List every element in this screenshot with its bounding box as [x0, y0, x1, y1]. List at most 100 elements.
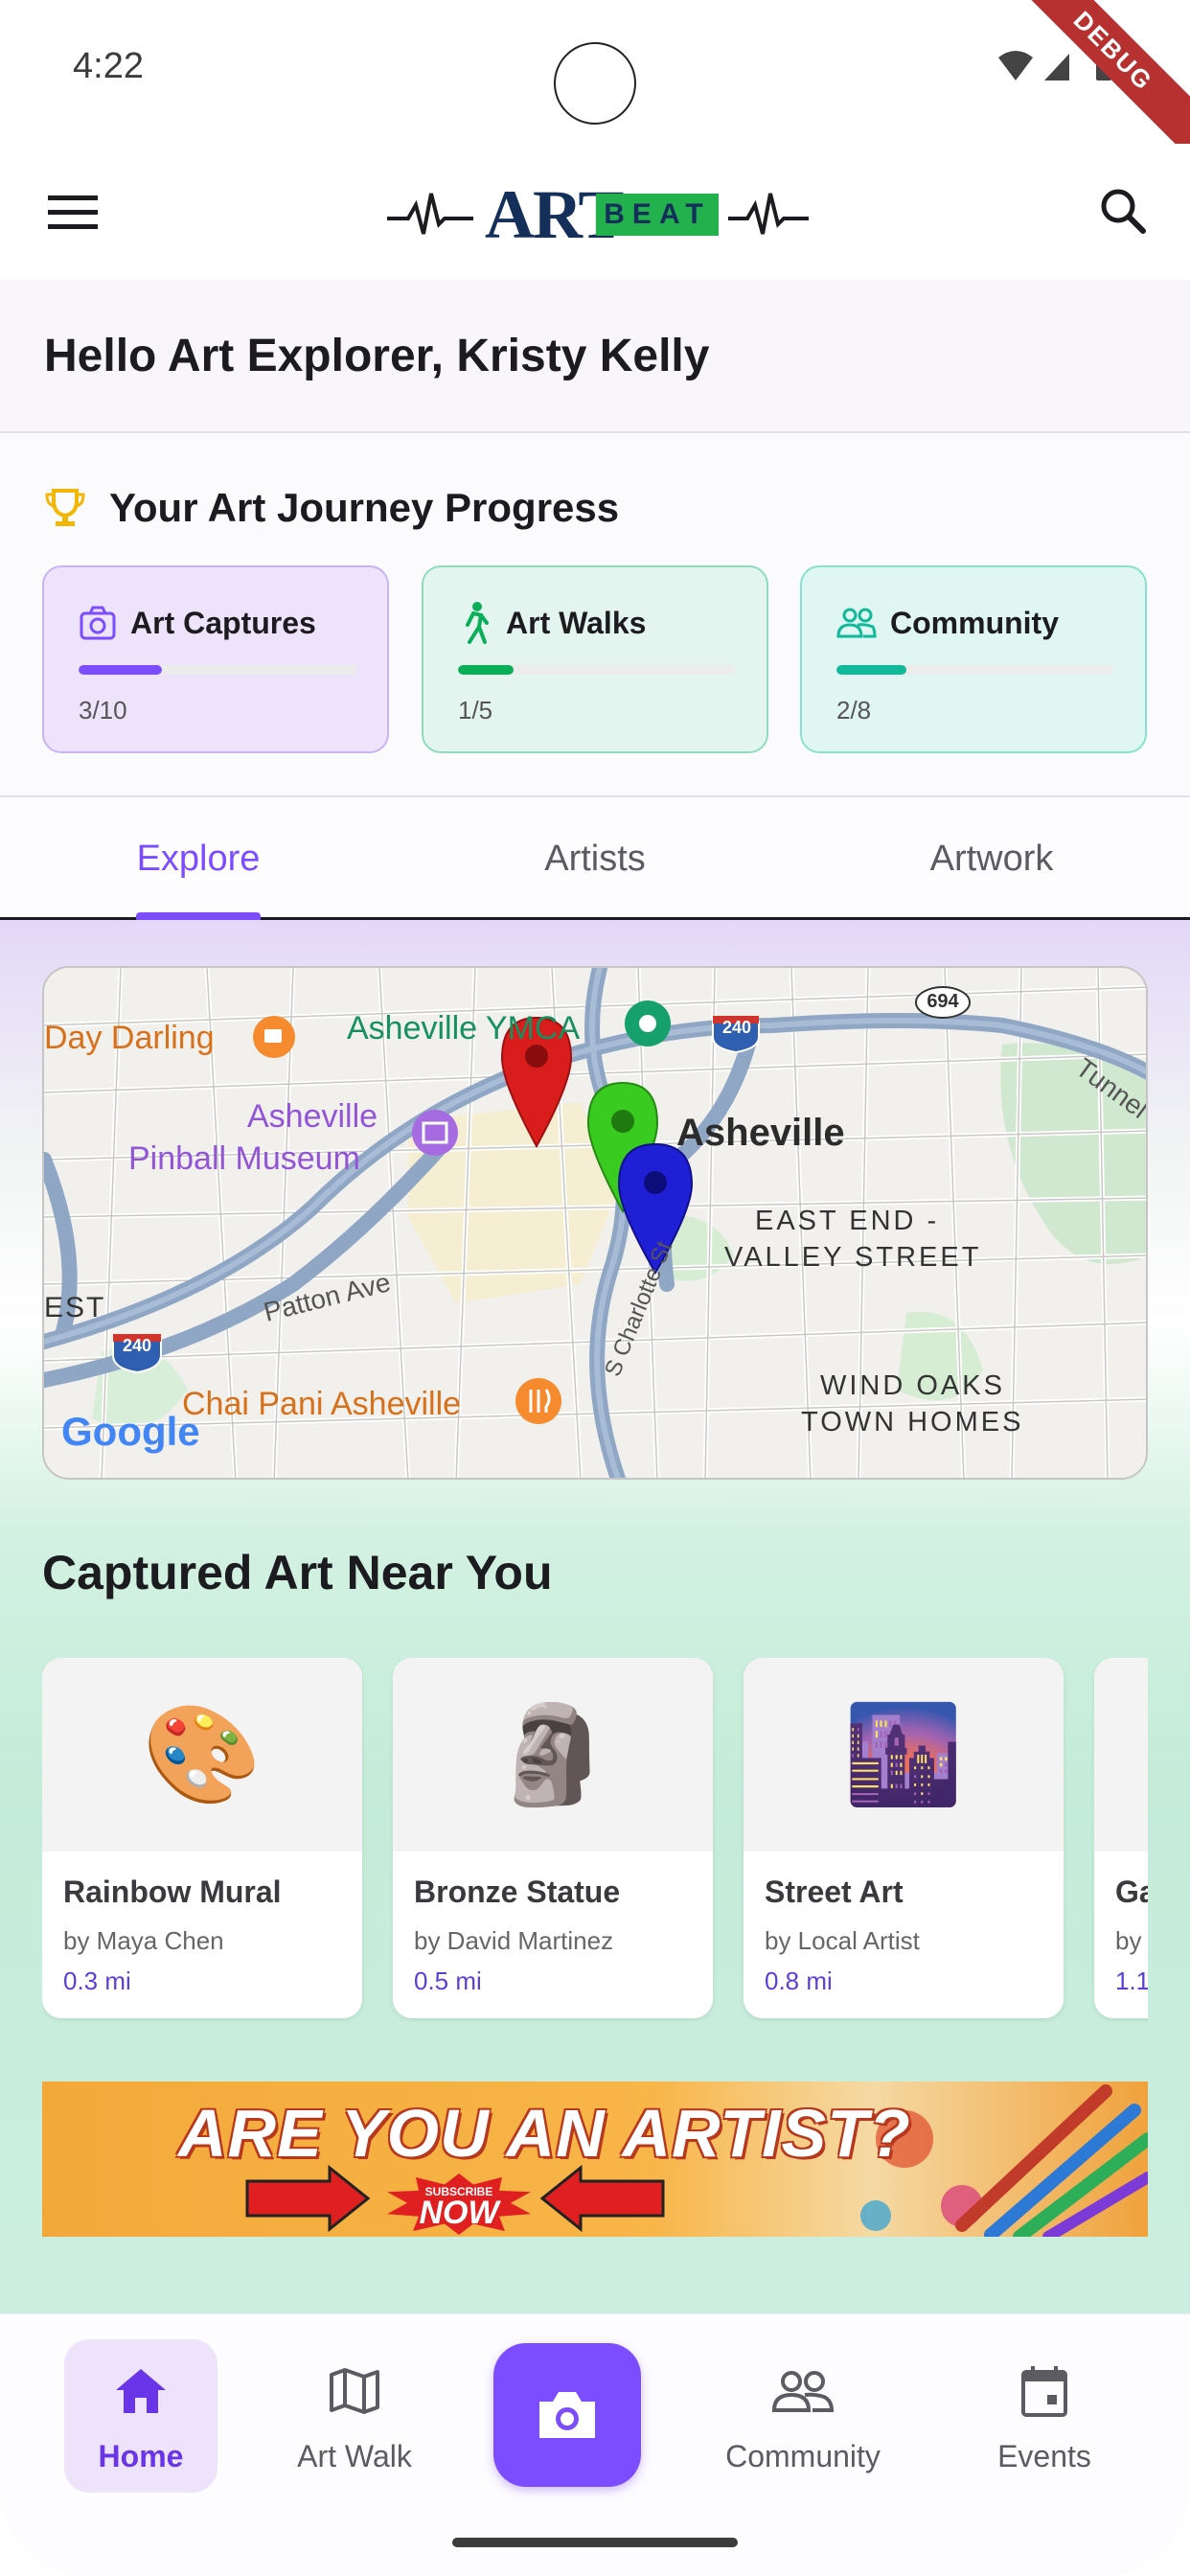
home-icon: [116, 2369, 166, 2413]
map-label-museum-line2: Pinball Museum: [128, 1140, 360, 1177]
nearby-art-list: 🎨 Rainbow Mural by Maya Chen 0.3 mi 🗿 Br…: [42, 1658, 1148, 2022]
heartbeat-right-icon: [728, 193, 809, 235]
map-label-museum-line1: Asheville: [247, 1098, 378, 1135]
google-logo: Google: [61, 1409, 200, 1454]
camera-cutout: [554, 42, 636, 125]
progress-card-art-walks[interactable]: Art Walks 1/5: [422, 565, 768, 753]
trophy-icon: [45, 489, 85, 526]
museum-poi-icon: [412, 1110, 458, 1156]
arrow-right-icon: [245, 2164, 371, 2233]
art-distance: 1.1: [1115, 1966, 1148, 1995]
card-label: Art Captures: [130, 605, 316, 640]
art-artist: by: [1115, 1926, 1142, 1955]
hamburger-menu-icon: [48, 196, 98, 229]
calendar-icon: [1021, 2366, 1067, 2417]
nav-capture-camera-button[interactable]: [493, 2343, 641, 2487]
nav-events-label: Events: [997, 2439, 1091, 2473]
explore-content: Day Darling Asheville YMCA Asheville Pin…: [0, 920, 1190, 2313]
home-indicator[interactable]: [452, 2538, 738, 2547]
map-label-east-end-2: VALLEY STREET: [724, 1242, 982, 1273]
card-count: 2/8: [836, 696, 872, 724]
cafe-poi-icon: [253, 1016, 295, 1058]
greeting-section: Hello Art Explorer, Kristy Kelly: [0, 280, 1190, 433]
nav-events[interactable]: Events: [968, 2339, 1121, 2493]
card-count: 1/5: [458, 696, 493, 724]
map-view[interactable]: Day Darling Asheville YMCA Asheville Pin…: [42, 966, 1148, 1480]
nav-art-walk[interactable]: Art Walk: [278, 2339, 431, 2493]
search-button[interactable]: [1092, 180, 1154, 242]
shield-240-label: 240: [721, 1018, 752, 1037]
logo-beat-text: BEAT: [596, 194, 719, 236]
map-label-chai-pani: Chai Pani Asheville: [182, 1386, 462, 1422]
tab-bar: Explore Artists Artwork: [0, 797, 1190, 920]
tab-artwork[interactable]: Artwork: [793, 797, 1190, 920]
progress-card-community[interactable]: Community 2/8: [800, 565, 1147, 753]
map-label-east-end-1: EAST END -: [755, 1206, 940, 1236]
map-label-day-darling: Day Darling: [44, 1020, 215, 1056]
art-distance: 0.8 mi: [765, 1966, 833, 1995]
ymca-poi-icon: [625, 1000, 671, 1046]
art-card[interactable]: 🌆 Street Art by Local Artist 0.8 mi: [744, 1658, 1064, 2018]
restaurant-poi-icon: [515, 1378, 561, 1424]
art-distance: 0.3 mi: [63, 1966, 131, 1995]
nav-community[interactable]: Community: [725, 2339, 881, 2493]
map-label-wind-oaks-2: TOWN HOMES: [801, 1407, 1024, 1438]
bottom-navigation: Home Art Walk Community Events: [0, 2313, 1190, 2576]
camera-icon: [539, 2392, 595, 2438]
shield-240-b-label: 240: [122, 1336, 152, 1355]
progress-header: Your Art Journey Progress: [44, 481, 619, 535]
search-icon: [1101, 189, 1146, 234]
progress-title: Your Art Journey Progress: [109, 485, 620, 530]
framed-picture-icon: 🖼️: [1094, 1658, 1148, 1852]
tab-explore[interactable]: Explore: [0, 797, 397, 920]
cityscape-icon: 🌆: [744, 1658, 1064, 1852]
shield-694-label: 694: [927, 991, 959, 1012]
art-title: Ga: [1115, 1874, 1148, 1909]
progress-track: [79, 665, 356, 675]
arrow-left-icon: [539, 2164, 665, 2233]
art-card[interactable]: 🎨 Rainbow Mural by Maya Chen 0.3 mi: [42, 1658, 362, 2018]
phone-screen: 4:22 DEBUG ART BEAT Hello Art Explorer, …: [0, 0, 1190, 2576]
status-bar: 4:22 DEBUG: [0, 0, 1190, 169]
progress-track: [836, 665, 1114, 675]
palette-icon: 🎨: [42, 1658, 362, 1852]
nearby-section-title: Captured Art Near You: [42, 1546, 553, 1599]
statue-icon: 🗿: [393, 1658, 713, 1852]
nav-community-label: Community: [725, 2439, 881, 2473]
map-label-asheville: Asheville: [676, 1112, 845, 1154]
map-label-est: EST: [44, 1292, 106, 1323]
nav-home[interactable]: Home: [64, 2339, 217, 2493]
tab-indicator: [136, 912, 261, 920]
heartbeat-left-icon: [387, 193, 473, 235]
wifi-icon: [998, 51, 1033, 80]
people-icon: [836, 608, 877, 638]
app-bar: ART BEAT: [0, 144, 1190, 280]
map-icon: [330, 2368, 379, 2414]
menu-button[interactable]: [42, 182, 103, 243]
tab-artists[interactable]: Artists: [397, 797, 793, 920]
card-label: Community: [890, 605, 1059, 640]
card-label: Art Walks: [506, 605, 647, 640]
progress-track: [458, 665, 736, 675]
art-card[interactable]: 🗿 Bronze Statue by David Martinez 0.5 mi: [393, 1658, 713, 2018]
art-title: Rainbow Mural: [63, 1874, 282, 1909]
greeting-text: Hello Art Explorer, Kristy Kelly: [44, 331, 710, 381]
map-label-ymca: Asheville YMCA: [347, 1010, 581, 1046]
people-icon: [772, 2371, 834, 2412]
nav-art-walk-label: Art Walk: [297, 2439, 412, 2473]
art-title: Bronze Statue: [414, 1874, 621, 1909]
nav-home-label: Home: [98, 2439, 184, 2473]
status-time: 4:22: [73, 46, 144, 86]
card-count: 3/10: [79, 696, 127, 724]
progress-fill: [836, 665, 906, 675]
art-artist: by David Martinez: [414, 1926, 614, 1955]
art-distance: 0.5 mi: [414, 1966, 482, 1995]
signal-icon: [1044, 54, 1069, 80]
art-artist: by Local Artist: [765, 1926, 920, 1955]
banner-headline: ARE YOU AN ARTIST?: [178, 2096, 911, 2171]
progress-fill: [79, 665, 162, 675]
art-card[interactable]: 🖼️ Ga by 1.1: [1094, 1658, 1148, 2018]
art-artist: by Maya Chen: [63, 1926, 224, 1955]
artist-subscribe-banner[interactable]: ARE YOU AN ARTIST? SUBSCRIBE NOW: [42, 2082, 1148, 2237]
progress-card-art-captures[interactable]: Art Captures 3/10: [42, 565, 389, 753]
